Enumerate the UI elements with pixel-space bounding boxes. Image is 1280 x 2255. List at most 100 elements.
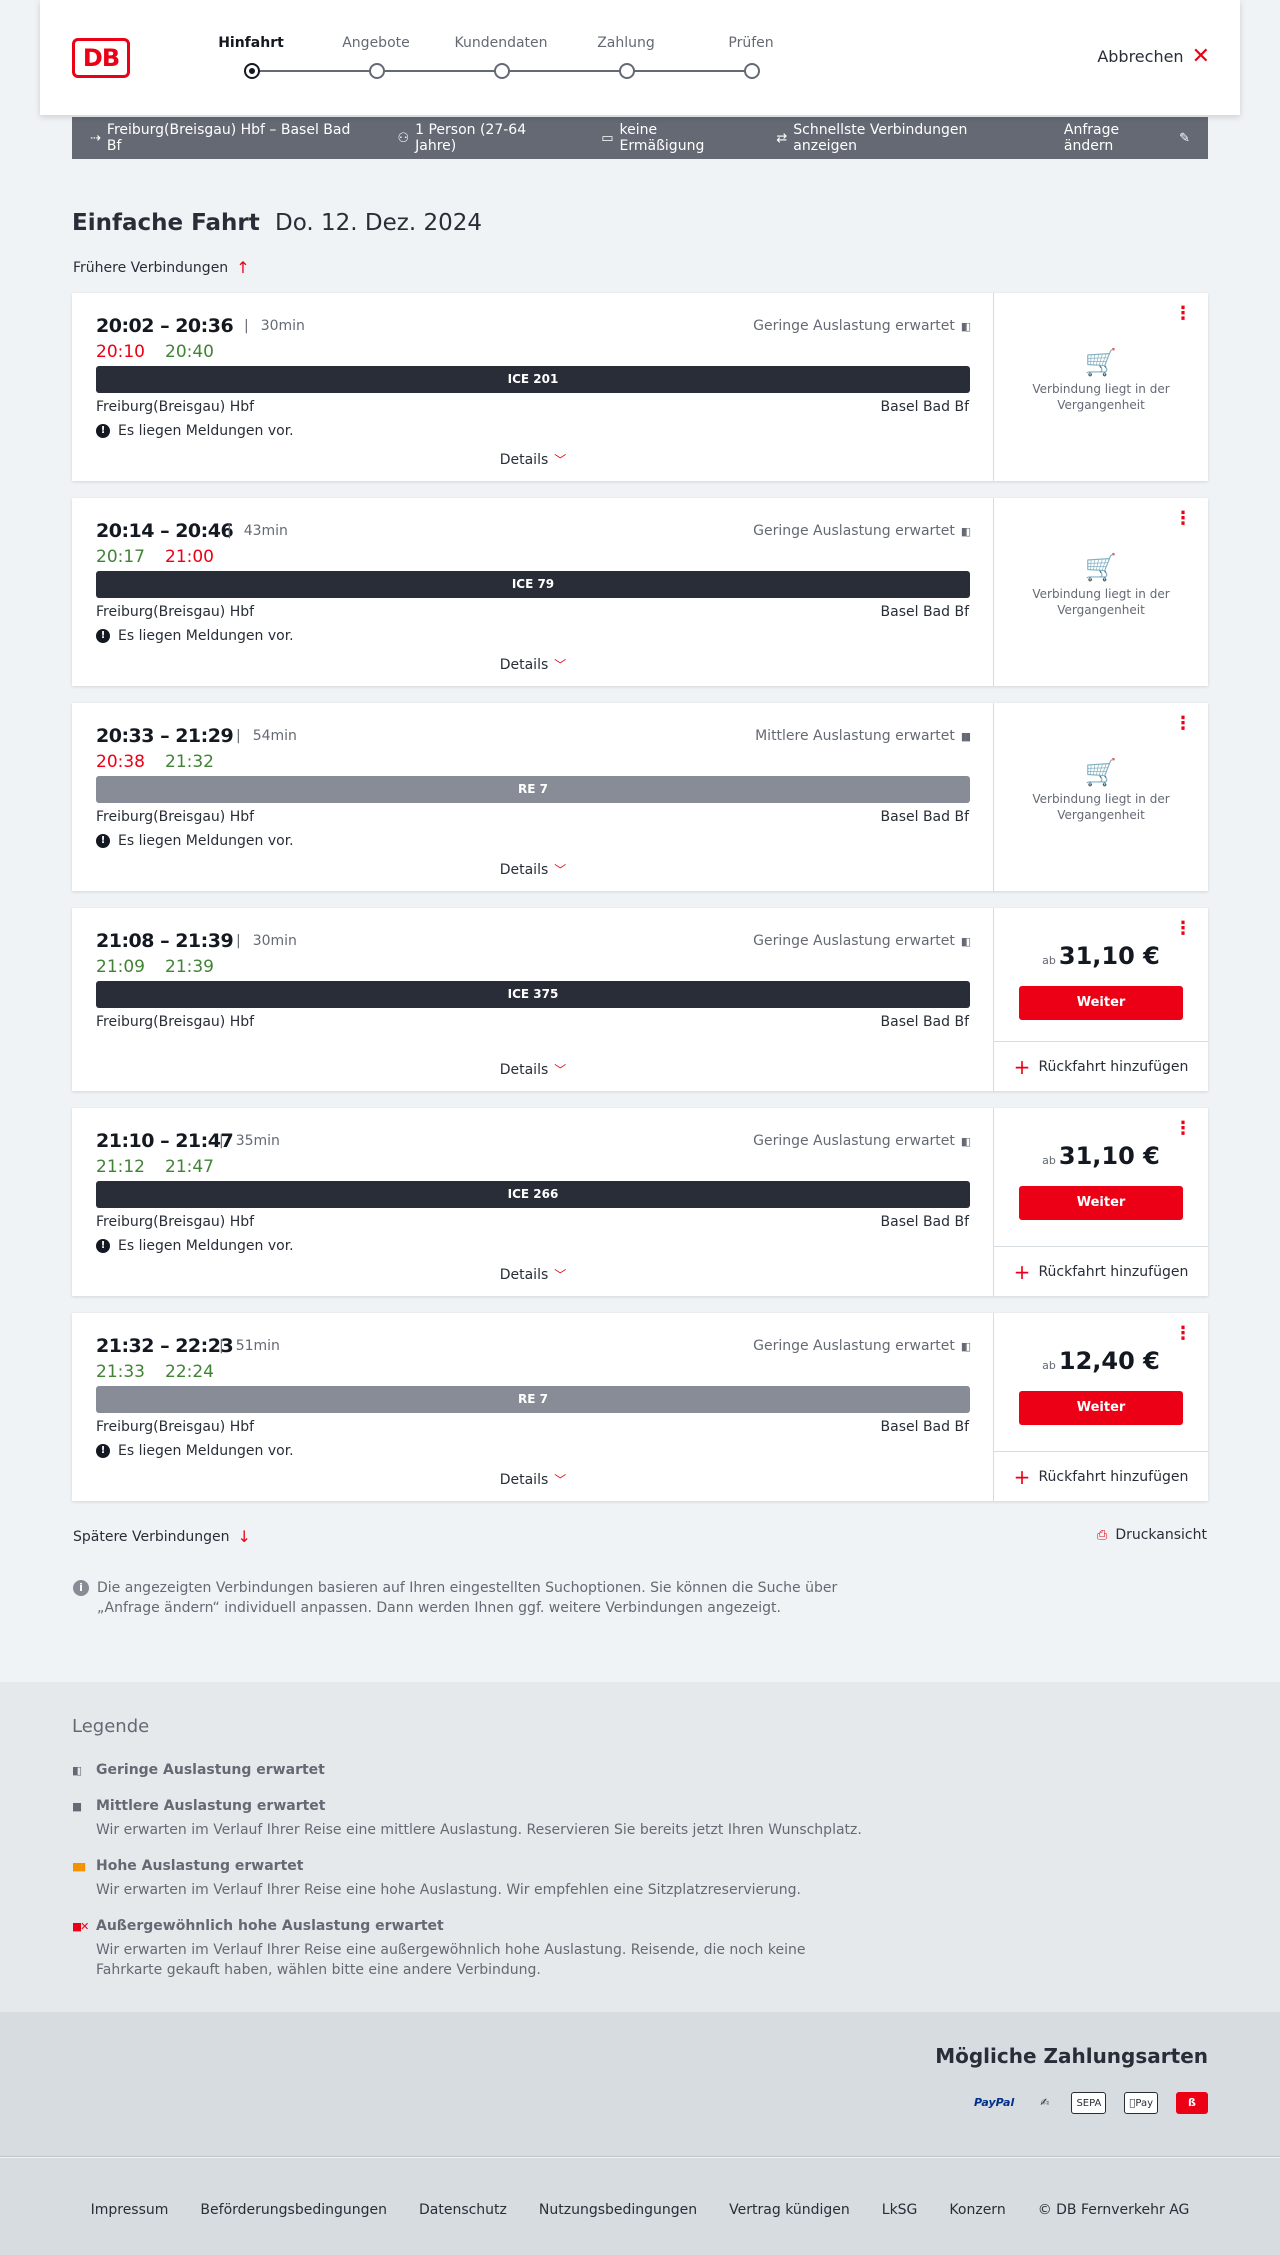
more-options-icon[interactable]: ⋮ xyxy=(1174,510,1192,528)
occupancy-indicator: Geringe Auslastung erwartet ▮▯ xyxy=(753,318,971,334)
continue-button[interactable]: Weiter xyxy=(1019,1391,1183,1425)
option-summary: ⇄ Schnellste Verbindungen anzeigen xyxy=(776,122,1032,154)
db-logo[interactable]: DB xyxy=(72,38,130,78)
destination-station: Basel Bad Bf xyxy=(880,604,969,620)
more-options-icon[interactable]: ⋮ xyxy=(1174,920,1192,938)
step-pruefen[interactable]: Prüfen xyxy=(701,35,801,79)
occupancy-mid-icon: ▮▮ xyxy=(72,1799,82,1813)
step-dot xyxy=(619,63,635,79)
alert-icon: ! xyxy=(96,1239,110,1253)
more-options-icon[interactable]: ⋮ xyxy=(1174,1325,1192,1343)
train-bar[interactable]: ICE 375 xyxy=(96,981,970,1008)
occupancy-indicator: Geringe Auslastung erwartet ▮▯ xyxy=(753,933,971,949)
details-label: Details xyxy=(499,657,549,673)
duration: 30min xyxy=(236,933,297,949)
footer-link-lksg[interactable]: LkSG xyxy=(882,2202,918,2218)
step-zahlung[interactable]: Zahlung xyxy=(576,35,676,79)
occupancy-text: Geringe Auslastung erwartet xyxy=(753,1338,955,1354)
booking-panel: ⋮ ab 31,10 € Weiter + Rückfahrt hinzufügen xyxy=(994,908,1208,1091)
more-options-icon[interactable]: ⋮ xyxy=(1174,305,1192,323)
edit-request-button[interactable]: Anfrage ändern ✎ xyxy=(1064,122,1190,154)
cancel-label: Abbrechen xyxy=(1097,47,1184,66)
later-connections-button[interactable]: Spätere Verbindungen ↓ xyxy=(73,1527,251,1546)
chevron-down-icon: ﹀ xyxy=(554,453,567,467)
price-value: 12,40 € xyxy=(1058,1347,1160,1375)
legend-item-desc: Wir erwarten im Verlauf Ihrer Reise eine… xyxy=(96,1882,801,1898)
train-bar[interactable]: ICE 201 xyxy=(96,366,970,393)
option-text: Schnellste Verbindungen anzeigen xyxy=(793,122,968,154)
train-bar[interactable]: RE 7 xyxy=(96,776,970,803)
details-toggle[interactable]: Details ﹀ xyxy=(72,451,994,468)
message-text: Es liegen Meldungen vor. xyxy=(118,628,294,644)
booking-panel: ⋮ 🛒 Verbindung liegt in der Vergangenheit xyxy=(994,293,1208,481)
details-toggle[interactable]: Details ﹀ xyxy=(72,861,994,878)
message-notice[interactable]: ! Es liegen Meldungen vor. xyxy=(96,833,294,849)
price: ab 31,10 € xyxy=(994,942,1208,970)
step-angebote[interactable]: Angebote xyxy=(326,35,426,79)
arrow-up-icon: ↑ xyxy=(236,258,250,277)
route-arrow-icon: ⇢ xyxy=(90,130,101,146)
past-label: Verbindung liegt in der Vergangenheit xyxy=(1032,587,1170,617)
step-dot xyxy=(244,63,260,79)
payment-methods: PayPal ✍ SEPA Pay ß xyxy=(970,2092,1208,2114)
details-toggle[interactable]: Details ﹀ xyxy=(72,1471,994,1488)
occupancy-text: Mittlere Auslastung erwartet xyxy=(755,728,955,744)
details-toggle[interactable]: Details ﹀ xyxy=(72,656,994,673)
step-hinfahrt: Hinfahrt xyxy=(201,35,301,79)
message-notice[interactable]: ! Es liegen Meldungen vor. xyxy=(96,423,294,439)
train-bar[interactable]: ICE 266 xyxy=(96,1181,970,1208)
scheduled-times: 20:14 – 20:46 xyxy=(96,520,234,542)
origin-station: Freiburg(Breisgau) Hbf xyxy=(96,1419,255,1435)
occupancy-icon: ▮▯ xyxy=(960,1134,971,1148)
plus-icon: + xyxy=(1013,1259,1031,1284)
details-toggle[interactable]: Details ﹀ xyxy=(72,1266,994,1283)
more-options-icon[interactable]: ⋮ xyxy=(1174,1120,1192,1138)
message-notice[interactable]: ! Es liegen Meldungen vor. xyxy=(96,1238,294,1254)
chevron-down-icon: ﹀ xyxy=(554,1268,567,1282)
step-kundendaten[interactable]: Kundendaten xyxy=(451,35,551,79)
details-toggle[interactable]: Details ﹀ xyxy=(72,1061,994,1078)
connection-card[interactable]: 20:14 – 20:46 43min Geringe Auslastung e… xyxy=(72,498,1208,686)
earlier-label: Frühere Verbindungen xyxy=(73,259,229,276)
route-summary: ⇢ Freiburg(Breisgau) Hbf – Basel Bad Bf xyxy=(90,122,365,154)
footer-link-nutzungsbedingungen[interactable]: Nutzungsbedingungen xyxy=(539,2202,697,2218)
continue-button[interactable]: Weiter xyxy=(1019,1186,1183,1220)
train-bar[interactable]: ICE 79 xyxy=(96,571,970,598)
more-options-icon[interactable]: ⋮ xyxy=(1174,715,1192,733)
pencil-icon: ✎ xyxy=(1179,130,1190,146)
train-bar[interactable]: RE 7 xyxy=(96,1386,970,1413)
connection-card[interactable]: 20:33 – 21:29 54min Mittlere Auslastung … xyxy=(72,703,1208,891)
legend-item-extreme: ▮▮✕ Außergewöhnlich hohe Auslastung erwar… xyxy=(72,1918,872,1980)
step-dot xyxy=(744,63,760,79)
footer-link-konzern[interactable]: Konzern xyxy=(949,2202,1005,2218)
payment-title: Mögliche Zahlungsarten xyxy=(935,2044,1208,2068)
connection-info: 21:32 – 22:23 51min Geringe Auslastung e… xyxy=(72,1313,994,1501)
print-view-button[interactable]: ⎙ Druckansicht xyxy=(1097,1527,1207,1543)
footer-link-befoerderungsbedingungen[interactable]: Beförderungsbedingungen xyxy=(200,2202,387,2218)
destination-station: Basel Bad Bf xyxy=(880,1419,969,1435)
realtime-arrival: 22:24 xyxy=(165,1362,214,1382)
connection-card[interactable]: 21:10 – 21:47 35min Geringe Auslastung e… xyxy=(72,1108,1208,1296)
add-return-trip-button[interactable]: + Rückfahrt hinzufügen xyxy=(994,1451,1208,1501)
realtime-departure: 20:17 xyxy=(96,547,145,567)
footer-link-vertrag-kuendigen[interactable]: Vertrag kündigen xyxy=(729,2202,850,2218)
header: DB Hinfahrt Angebote Kundendaten Zahlung… xyxy=(40,0,1240,115)
db-bahnbonus-icon: ß xyxy=(1176,2092,1208,2114)
earlier-connections-button[interactable]: Frühere Verbindungen ↑ xyxy=(73,258,250,277)
add-return-trip-button[interactable]: + Rückfahrt hinzufügen xyxy=(994,1041,1208,1091)
connection-card[interactable]: 20:02 – 20:36 30min Geringe Auslastung e… xyxy=(72,293,1208,481)
connection-card[interactable]: 21:32 – 22:23 51min Geringe Auslastung e… xyxy=(72,1313,1208,1501)
destination-station: Basel Bad Bf xyxy=(880,399,969,415)
cancel-button[interactable]: Abbrechen ✕ xyxy=(1097,45,1210,67)
add-return-trip-button[interactable]: + Rückfahrt hinzufügen xyxy=(994,1246,1208,1296)
connection-card[interactable]: 21:08 – 21:39 30min Geringe Auslastung e… xyxy=(72,908,1208,1091)
continue-button[interactable]: Weiter xyxy=(1019,986,1183,1020)
occupancy-icon: ▮▮ xyxy=(960,729,971,743)
message-text: Es liegen Meldungen vor. xyxy=(118,1238,294,1254)
message-notice[interactable]: ! Es liegen Meldungen vor. xyxy=(96,1443,294,1459)
route-text: Freiburg(Breisgau) Hbf – Basel Bad Bf xyxy=(106,122,351,154)
message-notice[interactable]: ! Es liegen Meldungen vor. xyxy=(96,628,294,644)
footer-link-impressum[interactable]: Impressum xyxy=(91,2202,169,2218)
plus-icon: + xyxy=(1013,1464,1031,1489)
footer-link-datenschutz[interactable]: Datenschutz xyxy=(419,2202,507,2218)
